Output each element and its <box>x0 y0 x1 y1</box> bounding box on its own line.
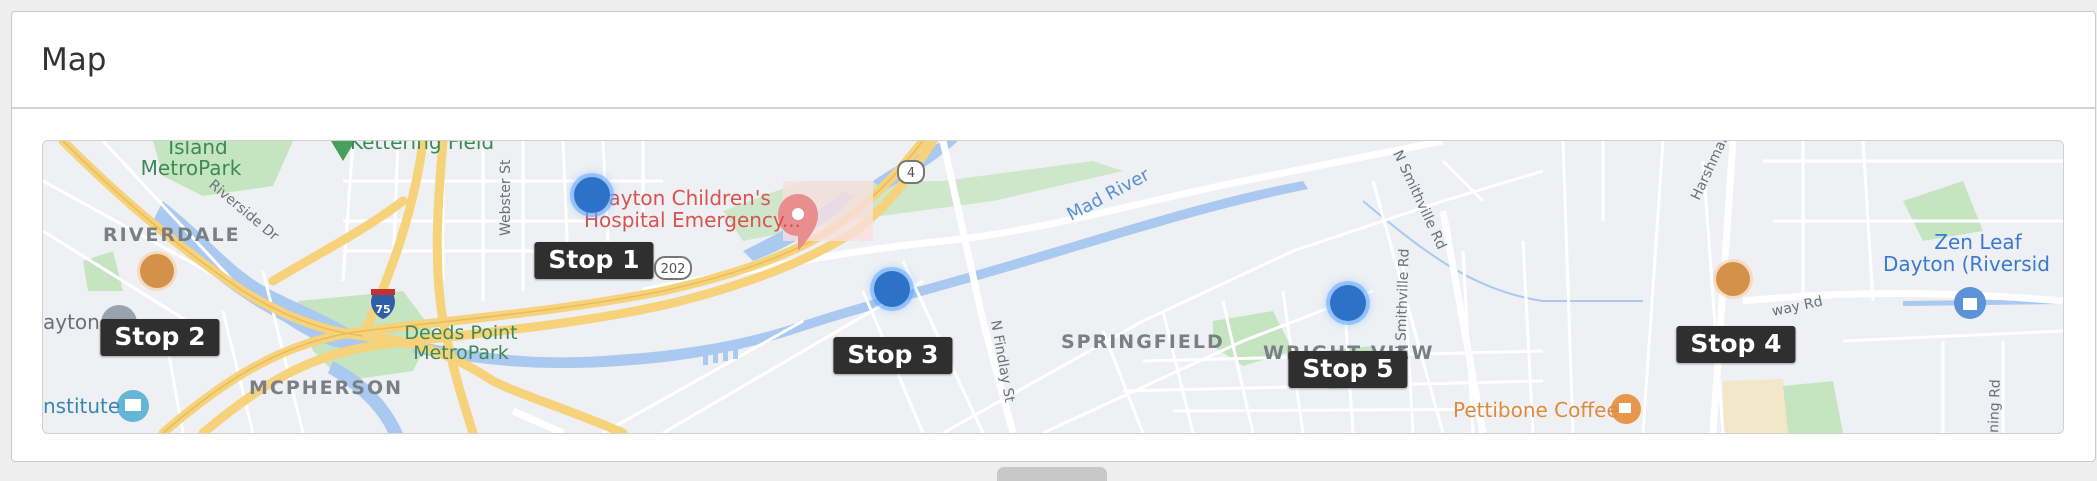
stop-3-marker[interactable] <box>874 271 910 307</box>
shield-4-text: 4 <box>907 166 915 181</box>
stop-4-label[interactable]: Stop 4 <box>1676 326 1796 363</box>
us-route-shield: 202 <box>654 256 692 280</box>
card-title: Map <box>41 41 107 78</box>
label-deeds-point-metropark: MetroPark <box>413 342 509 364</box>
map-card: Map 75 202 4 Island MetroPark Kettering … <box>11 11 2096 462</box>
label-deeds-point: Deeds Point <box>404 322 517 344</box>
stop-1-label[interactable]: Stop 1 <box>534 242 654 279</box>
stop-2-label[interactable]: Stop 2 <box>100 319 220 356</box>
label-childrens-hospital: Dayton Children's <box>593 186 771 210</box>
label-pettibone-coffee: Pettibone Coffee <box>1453 398 1619 422</box>
shopping-pin-icon <box>1954 287 1986 319</box>
card-header: Map <box>12 12 2095 109</box>
label-ning-rd: ning Rd <box>1986 379 2004 433</box>
label-webster-st: Webster St <box>498 159 514 236</box>
stop-2-marker[interactable] <box>140 254 174 288</box>
label-springfield: SPRINGFIELD <box>1061 331 1225 353</box>
map-canvas[interactable]: 75 202 4 Island MetroPark Kettering Fiel… <box>43 141 2063 433</box>
stop-4-marker[interactable] <box>1716 262 1750 296</box>
label-kettering-field: Kettering Field <box>350 141 494 154</box>
label-hospital-emergency: Hospital Emergency... <box>584 208 801 232</box>
label-dayton-left: ayton <box>43 310 100 334</box>
stop-5-label[interactable]: Stop 5 <box>1288 351 1408 388</box>
label-riverdale: RIVERDALE <box>103 224 241 246</box>
museum-pin-icon <box>117 390 149 422</box>
stop-1-marker[interactable] <box>574 177 610 213</box>
label-institute: nstitute <box>43 394 120 418</box>
stop-3-label[interactable]: Stop 3 <box>833 337 953 374</box>
scroll-handle[interactable] <box>997 467 1107 481</box>
shield-75-text: 75 <box>375 303 390 316</box>
map-view[interactable]: 75 202 4 Island MetroPark Kettering Fiel… <box>42 140 2064 434</box>
state-route-shield: 4 <box>897 160 925 184</box>
label-mcpherson: MCPHERSON <box>249 377 403 399</box>
label-island-metropark: MetroPark <box>141 156 242 180</box>
stop-5-marker[interactable] <box>1330 285 1366 321</box>
shield-202-text: 202 <box>661 262 686 277</box>
label-zen-leaf-dayton: Dayton (Riversid <box>1883 252 2050 276</box>
label-zen-leaf: Zen Leaf <box>1934 230 2022 254</box>
